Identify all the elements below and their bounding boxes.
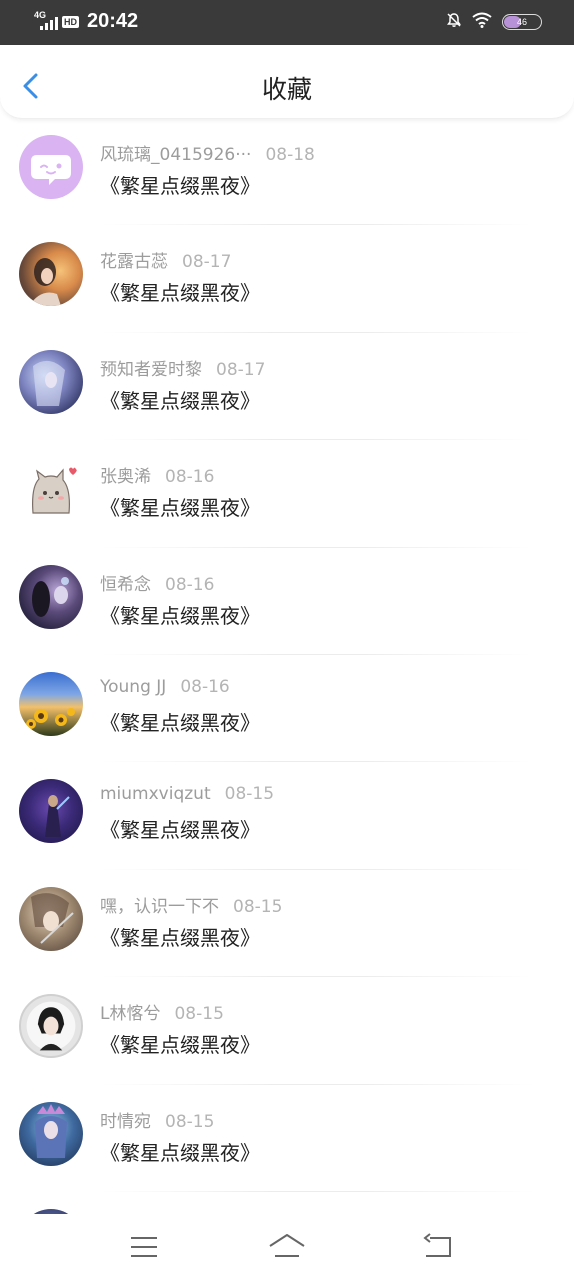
avatar[interactable] <box>19 671 83 736</box>
photo-avatar <box>33 360 65 406</box>
cat-avatar <box>32 467 77 514</box>
work-title[interactable]: 《繁星点缀黑夜》 <box>100 385 260 414</box>
list-item[interactable]: L林愘兮 08-15 《繁星点缀黑夜》 <box>0 977 574 1085</box>
work-title[interactable]: 《繁星点缀黑夜》 <box>100 600 260 629</box>
list-item[interactable]: 预知者爱时黎 08-17 《繁星点缀黑夜》 <box>0 333 574 441</box>
favorite-date: 08-17 <box>216 359 266 380</box>
battery-level: 46 <box>516 17 527 27</box>
home-button[interactable] <box>267 1230 307 1264</box>
user-name[interactable]: 张奥浠 <box>100 467 151 487</box>
page-title: 收藏 <box>261 75 312 104</box>
work-title[interactable]: 《繁星点缀黑夜》 <box>100 492 260 521</box>
user-name[interactable]: 风琉璃_0415926··· <box>100 145 251 165</box>
work-title[interactable]: 《繁星点缀黑夜》 <box>100 1137 260 1166</box>
menu-icon <box>131 1237 157 1257</box>
header-bar: 收藏 <box>0 45 574 119</box>
work-title[interactable]: 《繁星点缀黑夜》 <box>100 707 260 736</box>
battery-icon: 46 <box>502 14 542 30</box>
list-item[interactable]: 花露古蕊 08-17 《繁星点缀黑夜》 <box>0 225 574 333</box>
avatar[interactable] <box>19 994 83 1059</box>
list-item[interactable]: 风琉璃_0415926··· 08-18 《繁星点缀黑夜》 <box>0 118 574 226</box>
chat-bubble-avatar-icon <box>31 155 71 185</box>
list-item[interactable] <box>0 1192 574 1214</box>
status-time: 20:42 <box>87 10 139 32</box>
user-name[interactable]: 花露古蕊 <box>100 252 168 272</box>
work-title[interactable]: 《繁星点缀黑夜》 <box>100 1029 260 1058</box>
status-bar: 4G HD 20:42 46 <box>0 0 574 45</box>
user-name[interactable]: miumxviqzut <box>100 784 211 804</box>
user-name[interactable]: 时情宛 <box>100 1112 151 1132</box>
user-name[interactable]: Young JJ <box>100 677 166 697</box>
favorites-list[interactable]: 风琉璃_0415926··· 08-18 《繁星点缀黑夜》 花露古蕊 08-17 《… <box>0 118 574 1214</box>
avatar[interactable] <box>19 779 83 844</box>
sunflower-avatar <box>26 707 75 729</box>
list-item[interactable]: 嘿，认识一下不 08-15 《繁星点缀黑夜》 <box>0 870 574 978</box>
favorite-date: 08-15 <box>165 1111 215 1132</box>
avatar[interactable] <box>19 564 83 629</box>
avatar[interactable] <box>19 886 83 951</box>
menu-button[interactable] <box>124 1230 164 1264</box>
avatar[interactable] <box>19 349 83 414</box>
work-title[interactable]: 《繁星点缀黑夜》 <box>100 170 260 199</box>
photo-avatar <box>31 892 74 944</box>
photo-avatar <box>26 1001 76 1051</box>
back-nav-button[interactable] <box>418 1230 458 1264</box>
favorite-date: 08-16 <box>165 574 215 595</box>
avatar[interactable] <box>19 457 83 522</box>
work-title[interactable]: 《繁星点缀黑夜》 <box>100 277 260 306</box>
photo-avatar <box>32 576 69 617</box>
work-title[interactable]: 《繁星点缀黑夜》 <box>100 922 260 951</box>
system-nav-bar <box>0 1214 574 1280</box>
avatar[interactable] <box>19 1101 83 1166</box>
photo-avatar <box>35 1103 67 1158</box>
avatar[interactable] <box>19 135 83 199</box>
favorite-date: 08-15 <box>174 1004 224 1025</box>
list-item[interactable]: miumxviqzut 08-15 《繁星点缀黑夜》 <box>0 762 574 870</box>
user-name[interactable]: 恒希念 <box>100 575 151 595</box>
user-name[interactable]: 嘿，认识一下不 <box>100 897 219 917</box>
favorite-date: 08-18 <box>265 145 315 165</box>
photo-avatar <box>29 258 61 307</box>
favorite-date: 08-17 <box>182 252 232 273</box>
home-icon <box>269 1234 305 1257</box>
user-name[interactable]: L林愘兮 <box>100 1004 160 1024</box>
back-icon <box>423 1233 451 1257</box>
list-item[interactable]: 张奥浠 08-16 《繁星点缀黑夜》 <box>0 440 574 548</box>
favorite-date: 08-16 <box>180 676 230 697</box>
favorite-date: 08-15 <box>224 784 275 805</box>
wifi-icon <box>472 12 492 32</box>
user-name[interactable]: 预知者爱时黎 <box>100 360 202 380</box>
list-item[interactable]: 恒希念 08-16 《繁星点缀黑夜》 <box>0 548 574 655</box>
favorite-date: 08-16 <box>165 467 215 488</box>
hd-badge: HD <box>62 15 79 28</box>
list-item[interactable]: Young JJ 08-16 《繁星点缀黑夜》 <box>0 655 574 763</box>
work-title[interactable]: 《繁星点缀黑夜》 <box>100 814 260 843</box>
list-item[interactable]: 时情宛 08-15 《繁星点缀黑夜》 <box>0 1085 574 1192</box>
favorite-date: 08-15 <box>233 896 283 917</box>
mute-bell-icon <box>446 12 462 32</box>
cellular-signal-icon: 4G <box>34 10 60 32</box>
photo-avatar <box>45 795 70 838</box>
avatar[interactable] <box>19 242 83 307</box>
